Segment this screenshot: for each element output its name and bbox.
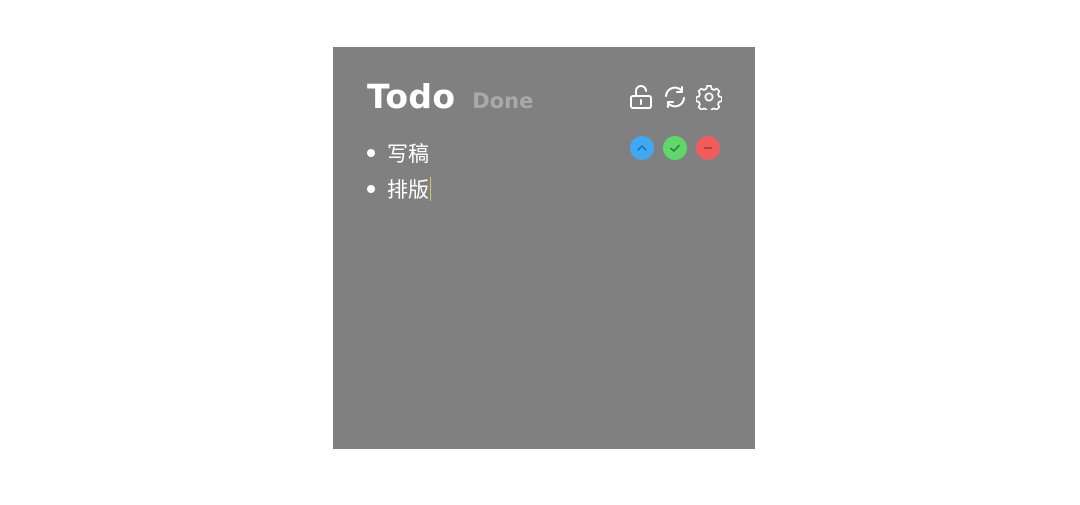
settings-button[interactable] [695, 83, 723, 111]
tab-todo[interactable]: Todo [367, 77, 455, 116]
text-caret [430, 177, 431, 201]
header: Todo Done [367, 77, 533, 116]
todo-panel: Todo Done 写稿 排版 [333, 47, 755, 449]
todo-list: 写稿 排版 [365, 135, 431, 207]
tab-done[interactable]: Done [472, 89, 533, 113]
settings-icon [696, 85, 722, 110]
chevron-up-icon [637, 145, 647, 151]
minus-icon [703, 147, 713, 149]
list-item[interactable]: 排版 [365, 171, 431, 207]
move-top-button[interactable] [630, 136, 654, 160]
page: Todo Done 写稿 排版 [0, 0, 1080, 505]
item-text[interactable]: 排版 [387, 174, 429, 204]
mark-done-button[interactable] [663, 136, 687, 160]
refresh-icon [665, 86, 685, 108]
check-icon [670, 144, 680, 152]
unlock-button[interactable] [627, 83, 655, 111]
unlock-icon [630, 85, 652, 109]
bullet [367, 149, 375, 157]
bullet [367, 185, 375, 193]
item-actions [630, 136, 720, 160]
list-item[interactable]: 写稿 [365, 135, 431, 171]
delete-button[interactable] [696, 136, 720, 160]
toolbar [627, 83, 723, 111]
item-text[interactable]: 写稿 [387, 138, 429, 168]
refresh-button[interactable] [661, 83, 689, 111]
